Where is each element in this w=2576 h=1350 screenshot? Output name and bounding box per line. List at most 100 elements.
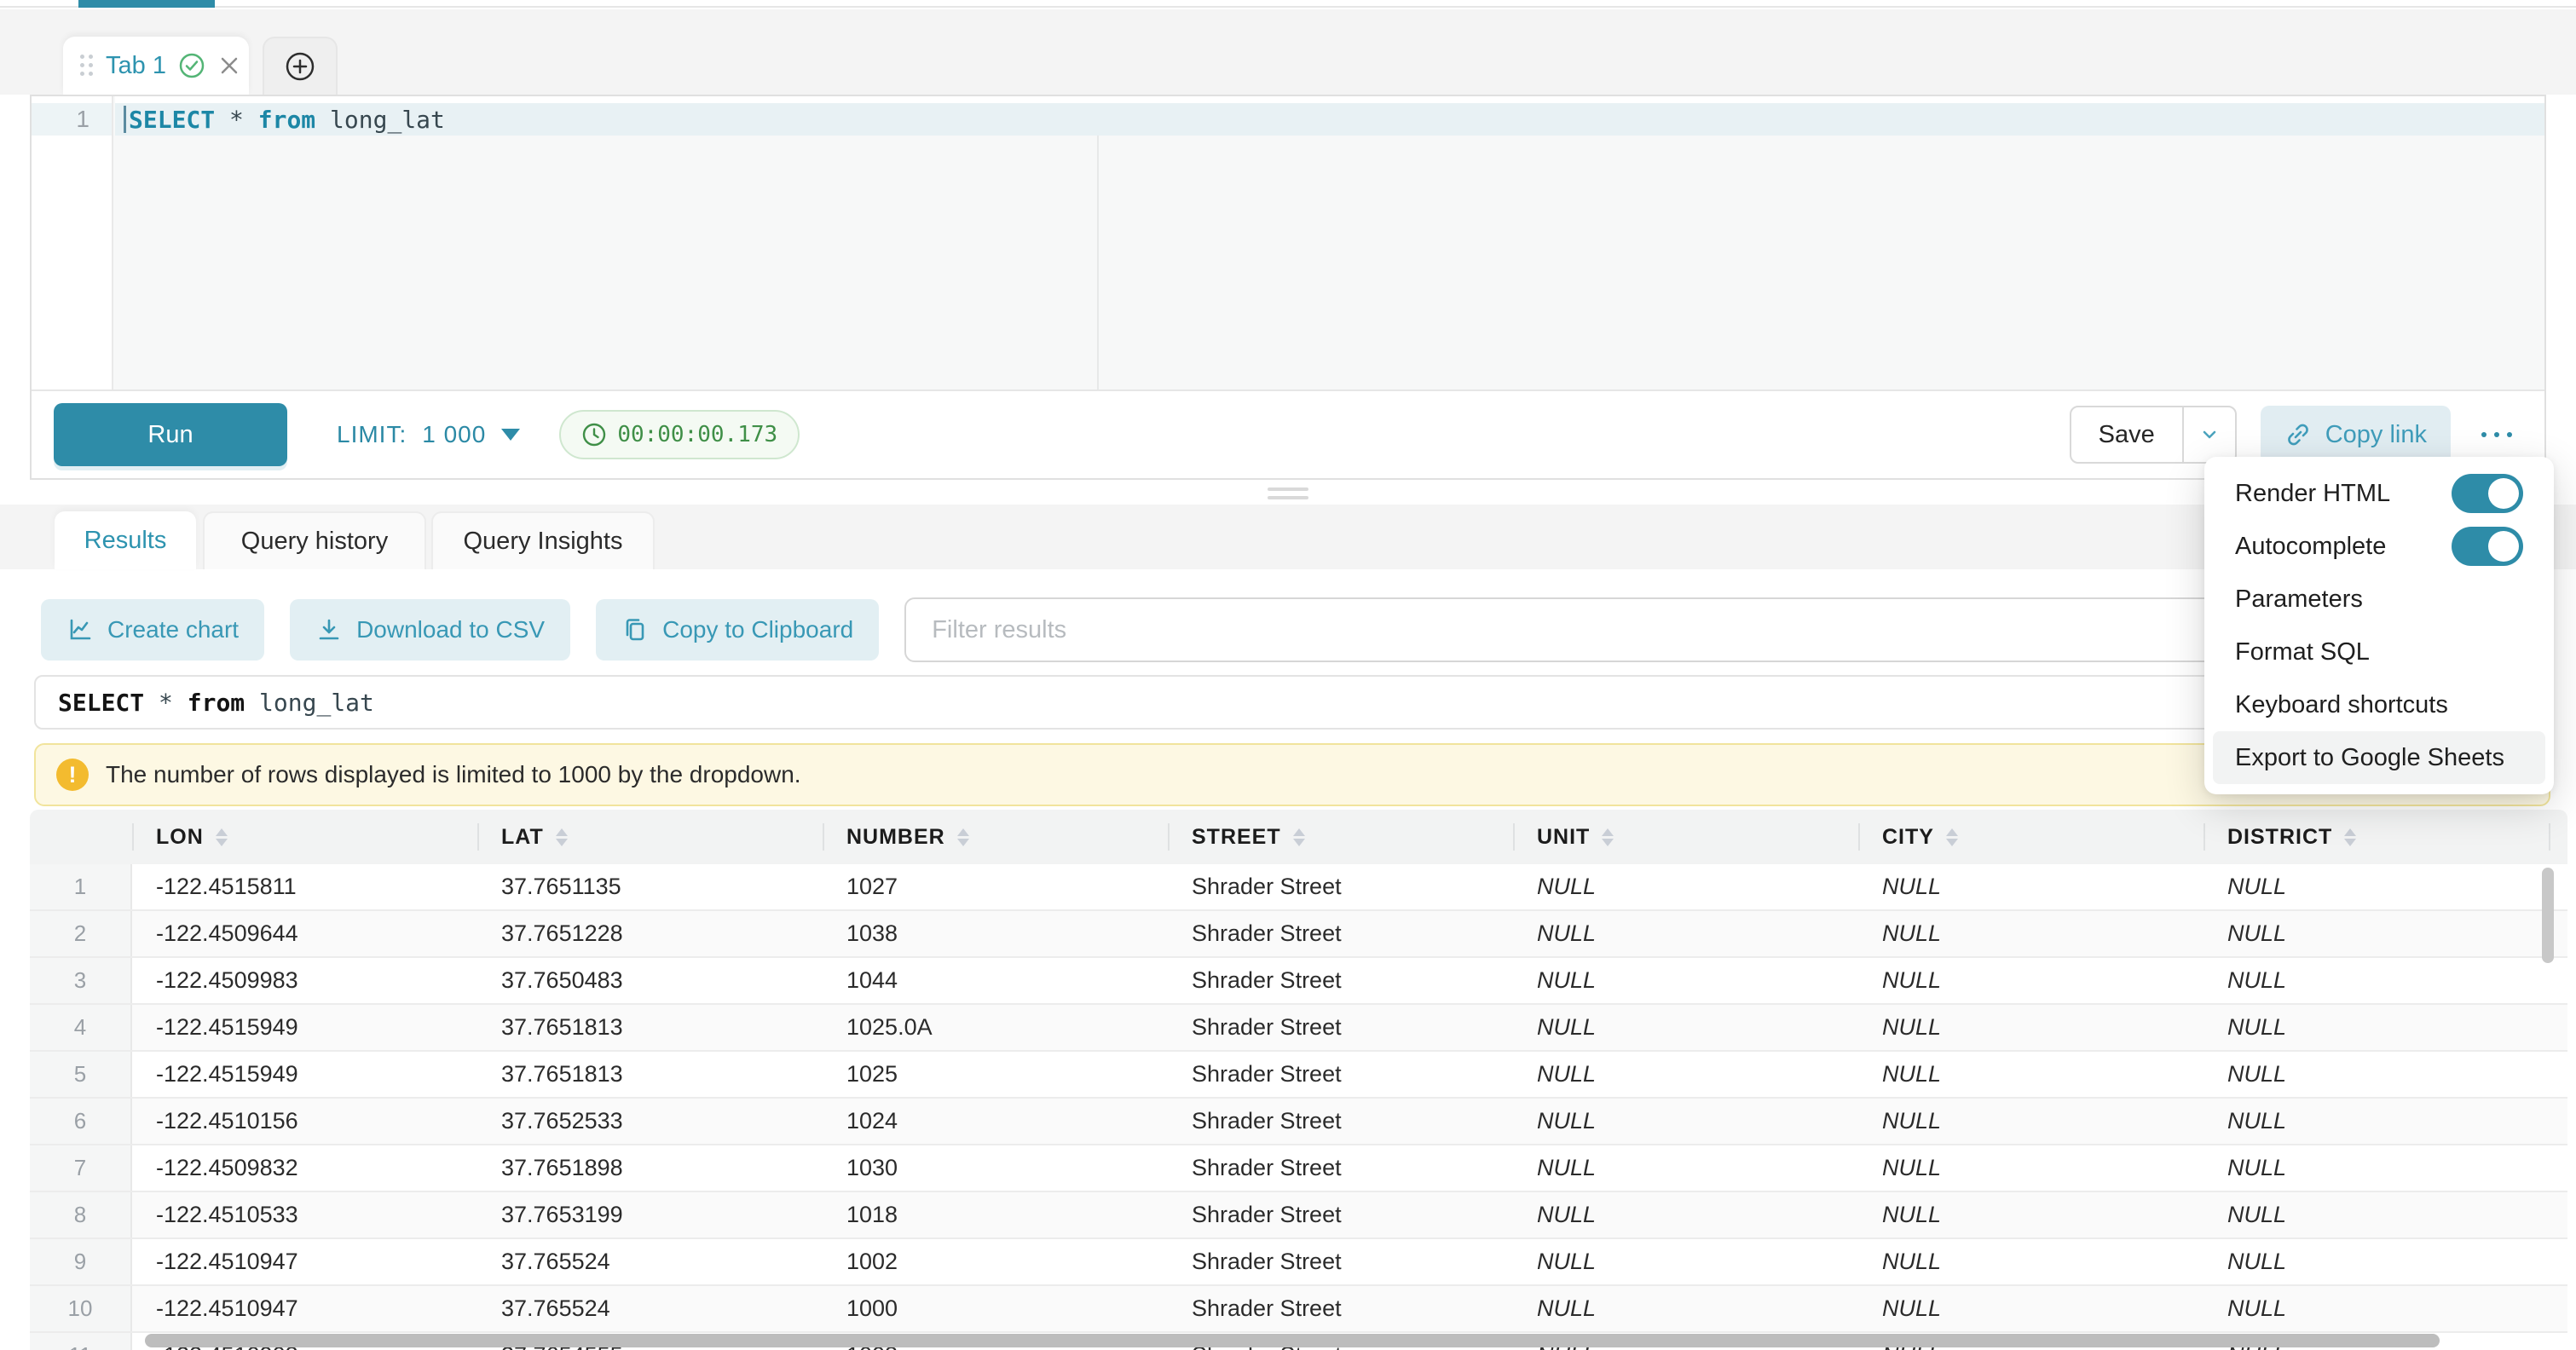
table-cell-number: 1030 — [823, 1145, 1168, 1191]
table-cell-lon: -122.4515949 — [132, 1052, 477, 1097]
limit-value: 1 000 — [422, 421, 486, 448]
column-header-street[interactable]: STREET — [1168, 810, 1513, 864]
column-header-lon[interactable]: LON — [132, 810, 477, 864]
row-number: 10 — [30, 1286, 132, 1331]
sort-icon[interactable] — [1602, 828, 1614, 846]
row-number: 4 — [30, 1005, 132, 1050]
table-row: 10-122.451094737.7655241000Shrader Stree… — [30, 1286, 2567, 1333]
table-cell-unit: NULL — [1513, 1052, 1858, 1097]
table-cell-re — [2549, 1145, 2567, 1191]
save-options-button[interactable] — [2184, 407, 2235, 462]
table-cell-lat: 37.7650483 — [477, 958, 823, 1003]
table-cell-lat: 37.7653199 — [477, 1192, 823, 1238]
table-cell-unit: NULL — [1513, 1145, 1858, 1191]
sql-keyword: SELECT — [129, 106, 215, 134]
editor-tab-label: Tab 1 — [106, 52, 166, 80]
sort-icon[interactable] — [2344, 828, 2356, 846]
table-cell-lon: -122.4509983 — [132, 958, 477, 1003]
table-cell-unit: NULL — [1513, 1099, 1858, 1144]
print-margin-ruler — [1097, 136, 1099, 389]
run-button[interactable]: Run — [54, 403, 287, 466]
vertical-scrollbar[interactable] — [2542, 868, 2554, 963]
sql-editor[interactable]: 1 SELECT * from long_lat — [32, 96, 2544, 389]
table-cell-district: NULL — [2203, 1052, 2549, 1097]
table-header: LONLATNUMBERSTREETUNITCITYDISTRICTRE — [30, 810, 2567, 864]
sql-keyword: from — [258, 106, 315, 134]
editor-tab-active[interactable]: Tab 1 — [63, 37, 249, 95]
table-cell-lat: 37.7651135 — [477, 864, 823, 909]
table-cell-lat: 37.7651898 — [477, 1145, 823, 1191]
column-header-district[interactable]: DISTRICT — [2203, 810, 2549, 864]
table-cell-lon: -122.4510947 — [132, 1286, 477, 1331]
more-options-button[interactable] — [2478, 424, 2515, 446]
limit-label: LIMIT: — [337, 421, 407, 448]
copy-clipboard-button[interactable]: Copy to Clipboard — [596, 599, 879, 661]
table-cell-number: 1002 — [823, 1239, 1168, 1284]
menu-item-keyboard-shortcuts[interactable]: Keyboard shortcuts — [2213, 678, 2545, 731]
sort-icon[interactable] — [556, 828, 568, 846]
row-number: 8 — [30, 1192, 132, 1238]
sql-lab-screen: Tab 1 1 SELECT * from long_lat — [0, 0, 2576, 1350]
pane-resize-handle[interactable] — [1268, 488, 1308, 499]
table-cell-city: NULL — [1858, 864, 2203, 909]
table-cell-city: NULL — [1858, 1192, 2203, 1238]
table-cell-number: 1024 — [823, 1099, 1168, 1144]
table-cell-district: NULL — [2203, 1192, 2549, 1238]
table-cell-street: Shrader Street — [1168, 864, 1513, 909]
tab-query-insights[interactable]: Query Insights — [431, 511, 655, 569]
table-cell-district: NULL — [2203, 1239, 2549, 1284]
sort-icon[interactable] — [957, 828, 969, 846]
table-cell-street: Shrader Street — [1168, 911, 1513, 956]
table-cell-re — [2549, 1005, 2567, 1050]
horizontal-scrollbar[interactable] — [145, 1334, 2440, 1347]
create-chart-button[interactable]: Create chart — [41, 599, 264, 661]
table-cell-number: 1025.0A — [823, 1005, 1168, 1050]
save-button[interactable]: Save — [2071, 407, 2184, 462]
column-header-re[interactable]: RE — [2549, 810, 2567, 864]
table-cell-unit: NULL — [1513, 958, 1858, 1003]
table-row: 1-122.451581137.76511351027Shrader Stree… — [30, 864, 2567, 911]
limit-dropdown[interactable]: LIMIT: 1 000 — [337, 421, 520, 448]
download-csv-button[interactable]: Download to CSV — [290, 599, 570, 661]
sort-icon[interactable] — [1293, 828, 1305, 846]
close-tab-icon[interactable] — [217, 54, 241, 78]
drag-handle-icon[interactable] — [80, 55, 94, 77]
menu-item-autocomplete[interactable]: Autocomplete — [2213, 520, 2545, 573]
column-header-lat[interactable]: LAT — [477, 810, 823, 864]
menu-item-format-sql[interactable]: Format SQL — [2213, 626, 2545, 678]
add-tab-button[interactable] — [263, 37, 338, 95]
editor-code-area[interactable]: SELECT * from long_lat — [115, 96, 2544, 389]
table-cell-street: Shrader Street — [1168, 1145, 1513, 1191]
clock-icon — [581, 422, 607, 447]
download-icon — [315, 616, 343, 643]
render-html-toggle[interactable] — [2452, 474, 2523, 513]
results-table: LONLATNUMBERSTREETUNITCITYDISTRICTRE 1-1… — [30, 810, 2567, 1350]
table-cell-number: 1000 — [823, 1286, 1168, 1331]
menu-item-render-html[interactable]: Render HTML — [2213, 467, 2545, 520]
autocomplete-toggle[interactable] — [2452, 527, 2523, 566]
tab-results[interactable]: Results — [55, 511, 196, 569]
table-cell-re — [2549, 1239, 2567, 1284]
table-cell-number: 1044 — [823, 958, 1168, 1003]
row-number: 2 — [30, 911, 132, 956]
copy-link-button[interactable]: Copy link — [2261, 406, 2451, 464]
table-cell-re — [2549, 1192, 2567, 1238]
top-strip — [0, 0, 2576, 8]
sort-icon[interactable] — [216, 828, 228, 846]
table-cell-district: NULL — [2203, 1099, 2549, 1144]
text-cursor — [124, 106, 126, 133]
column-header-number[interactable]: NUMBER — [823, 810, 1168, 864]
tab-query-history[interactable]: Query history — [203, 511, 426, 569]
table-cell-street: Shrader Street — [1168, 1005, 1513, 1050]
table-cell-lat: 37.7651813 — [477, 1052, 823, 1097]
menu-item-parameters[interactable]: Parameters — [2213, 573, 2545, 626]
column-header-unit[interactable]: UNIT — [1513, 810, 1858, 864]
menu-item-export-google-sheets[interactable]: Export to Google Sheets — [2213, 731, 2545, 784]
sort-icon[interactable] — [1946, 828, 1958, 846]
warning-icon: ! — [56, 759, 89, 791]
table-cell-street: Shrader Street — [1168, 1286, 1513, 1331]
column-header-city[interactable]: CITY — [1858, 810, 2203, 864]
copy-link-label: Copy link — [2325, 421, 2427, 449]
table-row: 2-122.450964437.76512281038Shrader Stree… — [30, 911, 2567, 958]
table-cell-district: NULL — [2203, 958, 2549, 1003]
